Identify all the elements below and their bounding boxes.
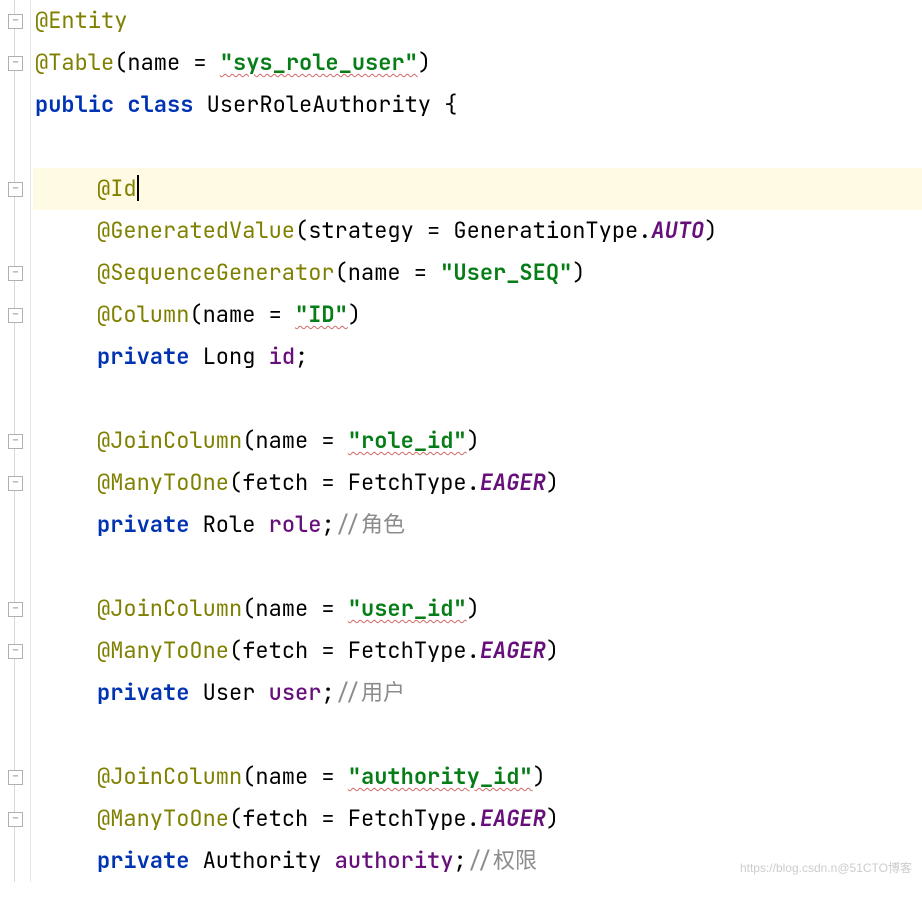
fold-icon[interactable]: −: [8, 14, 23, 29]
code-line[interactable]: [33, 126, 922, 168]
string-literal: "user_id": [348, 594, 467, 623]
code-line[interactable]: @JoinColumn(name = "user_id"): [33, 588, 922, 630]
string-literal: "User_SEQ": [440, 258, 572, 287]
fold-icon[interactable]: −: [8, 308, 23, 323]
gutter: − − − − − − − − − − −: [0, 0, 31, 882]
code-line[interactable]: [33, 546, 922, 588]
code-line[interactable]: @ManyToOne(fetch = FetchType.EAGER): [33, 798, 922, 840]
code-line[interactable]: @JoinColumn(name = "authority_id"): [33, 756, 922, 798]
fold-icon[interactable]: −: [8, 56, 23, 71]
field: authority: [335, 846, 454, 875]
annotation: @ManyToOne: [97, 468, 229, 497]
keyword: private: [97, 342, 203, 371]
annotation: @JoinColumn: [97, 594, 242, 623]
code-line[interactable]: public class UserRoleAuthority {: [33, 84, 922, 126]
code-area[interactable]: @Entity @Table(name = "sys_role_user") p…: [31, 0, 922, 882]
constant: AUTO: [651, 216, 704, 245]
annotation: @ManyToOne: [97, 804, 229, 833]
code-line[interactable]: @GeneratedValue(strategy = GenerationTyp…: [33, 210, 922, 252]
code-line[interactable]: @SequenceGenerator(name = "User_SEQ"): [33, 252, 922, 294]
string-literal: "authority_id": [348, 762, 533, 791]
string-literal: "ID": [295, 300, 348, 329]
code-line-current[interactable]: @Id: [33, 168, 922, 210]
annotation: @JoinColumn: [97, 426, 242, 455]
fold-icon[interactable]: −: [8, 182, 23, 197]
annotation: @JoinColumn: [97, 762, 242, 791]
constant: EAGER: [480, 468, 546, 497]
comment: //权限: [467, 846, 537, 875]
code-line[interactable]: private User user;//用户: [33, 672, 922, 714]
text-caret: [137, 175, 139, 201]
fold-icon[interactable]: −: [8, 476, 23, 491]
fold-icon[interactable]: −: [8, 770, 23, 785]
annotation: @SequenceGenerator: [97, 258, 335, 287]
code-line[interactable]: private Long id;: [33, 336, 922, 378]
comment: //角色: [335, 510, 405, 539]
fold-icon[interactable]: −: [8, 266, 23, 281]
field: id: [269, 342, 295, 371]
keyword: public class: [35, 90, 207, 119]
code-line[interactable]: @Entity: [33, 0, 922, 42]
constant: EAGER: [480, 804, 546, 833]
annotation: @GeneratedValue: [97, 216, 295, 245]
fold-icon[interactable]: −: [8, 644, 23, 659]
annotation: @ManyToOne: [97, 636, 229, 665]
keyword: private: [97, 846, 203, 875]
constant: EAGER: [480, 636, 546, 665]
code-editor[interactable]: − − − − − − − − − − − @Entity @Table(nam…: [0, 0, 922, 882]
code-line[interactable]: [33, 378, 922, 420]
annotation: @Column: [97, 300, 189, 329]
field: user: [269, 678, 322, 707]
code-line[interactable]: @Table(name = "sys_role_user"): [33, 42, 922, 84]
annotation: @Entity: [35, 6, 127, 35]
string-literal: "sys_role_user": [220, 48, 418, 77]
annotation: @Table: [35, 48, 114, 77]
keyword: private: [97, 510, 203, 539]
code-line[interactable]: @ManyToOne(fetch = FetchType.EAGER): [33, 630, 922, 672]
fold-icon[interactable]: −: [8, 602, 23, 617]
field: role: [269, 510, 322, 539]
comment: //用户: [335, 678, 405, 707]
code-line[interactable]: @JoinColumn(name = "role_id"): [33, 420, 922, 462]
string-literal: "role_id": [348, 426, 467, 455]
keyword: private: [97, 678, 203, 707]
code-line[interactable]: @Column(name = "ID"): [33, 294, 922, 336]
code-line[interactable]: @ManyToOne(fetch = FetchType.EAGER): [33, 462, 922, 504]
fold-icon[interactable]: −: [8, 812, 23, 827]
code-line[interactable]: private Role role;//角色: [33, 504, 922, 546]
annotation: @Id: [97, 174, 137, 203]
code-line[interactable]: [33, 714, 922, 756]
watermark: https://blog.csdn.n@51CTO博客: [740, 859, 912, 876]
fold-icon[interactable]: −: [8, 434, 23, 449]
